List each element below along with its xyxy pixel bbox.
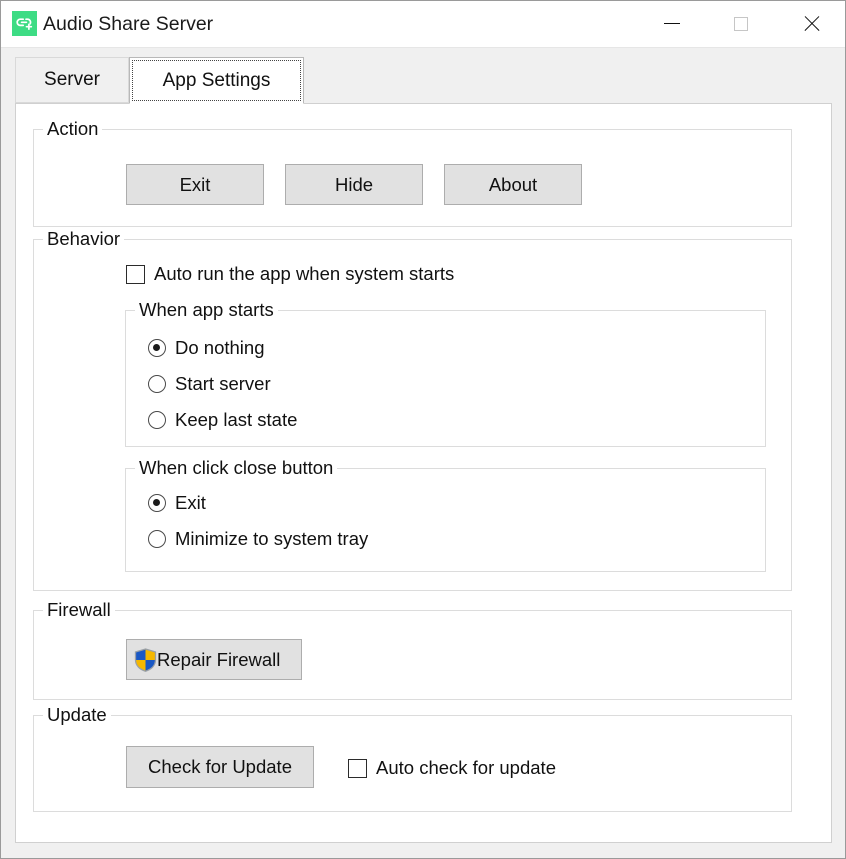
- exit-button-label: Exit: [179, 173, 211, 195]
- minimize-icon: [663, 23, 680, 24]
- repair-firewall-label: Repair Firewall: [157, 648, 281, 670]
- radio-start-server[interactable]: Start server: [148, 373, 271, 395]
- about-button-label: About: [488, 173, 538, 195]
- hide-button-label: Hide: [334, 173, 374, 195]
- radio-keep-last-state-indicator[interactable]: [148, 411, 166, 429]
- radio-close-minimize-tray-label: Minimize to system tray: [175, 528, 369, 549]
- update-group: Update Check for Update Auto check for u…: [33, 704, 792, 812]
- auto-run-checkbox[interactable]: [126, 264, 145, 284]
- title-bar: Audio Share Server: [1, 1, 845, 48]
- behavior-group-title: Behavior: [43, 228, 125, 250]
- link-plus-icon: [12, 11, 37, 36]
- tab-app-settings-label: App Settings: [162, 69, 271, 91]
- auto-check-update-checkbox[interactable]: [348, 758, 367, 778]
- radio-keep-last-state[interactable]: Keep last state: [148, 409, 297, 431]
- radio-close-exit-label: Exit: [175, 492, 206, 513]
- auto-check-update-row[interactable]: Auto check for update: [348, 757, 556, 779]
- action-group: Action Exit Hide About: [33, 118, 792, 227]
- minimize-button[interactable]: [648, 1, 695, 46]
- radio-close-exit[interactable]: Exit: [148, 492, 206, 514]
- radio-close-minimize-tray-indicator[interactable]: [148, 530, 166, 548]
- when-click-close-title: When click close button: [135, 457, 338, 479]
- radio-do-nothing[interactable]: Do nothing: [148, 337, 264, 359]
- app-window: Audio Share Server Server App Settings A…: [0, 0, 846, 859]
- when-click-close-group: When click close button Exit Minimize to…: [125, 457, 766, 572]
- tab-server[interactable]: Server: [15, 57, 129, 103]
- radio-close-minimize-tray[interactable]: Minimize to system tray: [148, 528, 368, 550]
- repair-firewall-button[interactable]: Repair Firewall: [126, 639, 302, 680]
- radio-do-nothing-indicator[interactable]: [148, 339, 166, 357]
- about-button[interactable]: About: [444, 164, 582, 205]
- check-for-update-button[interactable]: Check for Update: [126, 746, 314, 788]
- auto-run-checkbox-row[interactable]: Auto run the app when system starts: [126, 263, 454, 285]
- radio-start-server-indicator[interactable]: [148, 375, 166, 393]
- window-title: Audio Share Server: [43, 13, 214, 35]
- uac-shield-icon: [134, 647, 157, 672]
- action-group-title: Action: [43, 118, 103, 140]
- radio-keep-last-state-label: Keep last state: [175, 409, 298, 430]
- hide-button[interactable]: Hide: [285, 164, 423, 205]
- behavior-group: Behavior Auto run the app when system st…: [33, 228, 792, 591]
- update-group-title: Update: [43, 704, 111, 726]
- tab-server-label: Server: [44, 69, 100, 90]
- tab-app-settings[interactable]: App Settings: [129, 57, 304, 104]
- close-button[interactable]: [788, 1, 835, 46]
- auto-check-update-label: Auto check for update: [376, 757, 556, 778]
- radio-start-server-label: Start server: [175, 373, 271, 394]
- radio-do-nothing-label: Do nothing: [175, 337, 265, 358]
- tab-strip: Server App Settings: [15, 57, 832, 104]
- firewall-group-title: Firewall: [43, 599, 115, 621]
- radio-close-exit-indicator[interactable]: [148, 494, 166, 512]
- firewall-group: Firewall Repair Firewall: [33, 599, 792, 700]
- auto-run-label: Auto run the app when system starts: [154, 263, 455, 284]
- exit-button[interactable]: Exit: [126, 164, 264, 205]
- close-icon: [803, 15, 820, 32]
- check-for-update-label: Check for Update: [148, 756, 292, 777]
- when-app-starts-title: When app starts: [135, 299, 278, 321]
- when-app-starts-group: When app starts Do nothing Start server …: [125, 299, 766, 447]
- app-settings-panel: Action Exit Hide About Behavior Auto run…: [15, 103, 832, 843]
- maximize-icon: [733, 16, 748, 31]
- maximize-button[interactable]: [717, 1, 764, 46]
